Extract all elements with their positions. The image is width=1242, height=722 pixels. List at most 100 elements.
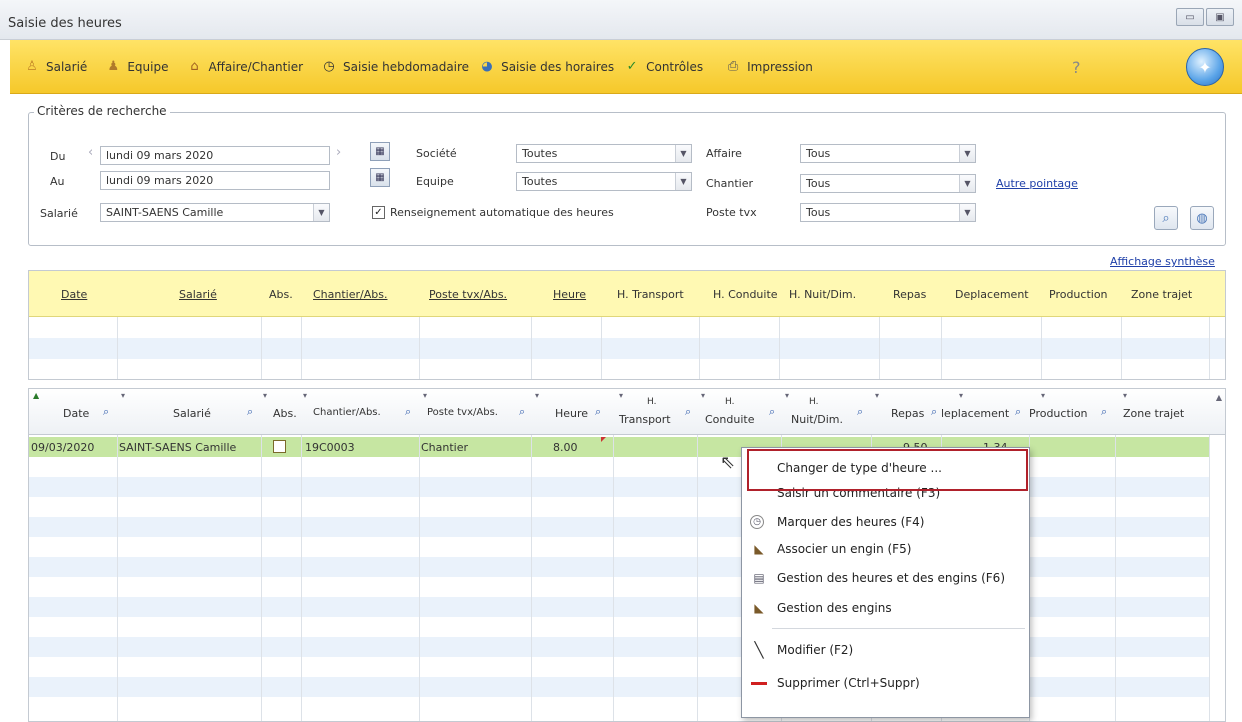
maximize-button[interactable]: ▣ bbox=[1206, 8, 1234, 26]
chevron-down-icon[interactable]: ▼ bbox=[959, 175, 975, 192]
table-row[interactable] bbox=[29, 617, 1209, 637]
minimize-button[interactable]: ▭ bbox=[1176, 8, 1204, 26]
detail-col-production[interactable]: Production bbox=[1029, 407, 1088, 420]
summary-col-transport[interactable]: H. Transport bbox=[617, 288, 684, 301]
sort-icon[interactable]: ▾ bbox=[1041, 391, 1045, 400]
equipe-combo[interactable]: Toutes ▼ bbox=[516, 172, 692, 191]
filter-icon[interactable]: ⌕ bbox=[405, 405, 411, 419]
table-row[interactable]: 09/03/2020 SAINT-SAENS Camille 19C0003 C… bbox=[29, 437, 1209, 457]
societe-combo[interactable]: Toutes ▼ bbox=[516, 144, 692, 163]
detail-col-poste[interactable]: Poste tvx/Abs. bbox=[427, 407, 498, 418]
summary-col-heure[interactable]: Heure bbox=[553, 288, 586, 301]
next-date-icon[interactable]: › bbox=[336, 145, 341, 160]
table-row[interactable] bbox=[29, 497, 1209, 517]
sort-icon[interactable]: ▾ bbox=[619, 391, 623, 400]
chevron-down-icon[interactable]: ▼ bbox=[959, 204, 975, 221]
detail-col-chantier[interactable]: Chantier/Abs. bbox=[313, 407, 381, 418]
summary-col-date[interactable]: Date bbox=[61, 288, 87, 301]
table-row[interactable] bbox=[29, 597, 1209, 617]
app-orb-icon[interactable]: ✦ bbox=[1186, 48, 1224, 86]
chevron-down-icon[interactable]: ▼ bbox=[675, 173, 691, 190]
table-row[interactable] bbox=[29, 697, 1209, 717]
filter-icon[interactable]: ⌕ bbox=[685, 405, 691, 419]
table-row[interactable] bbox=[29, 457, 1209, 477]
summary-col-deplacement[interactable]: Deplacement bbox=[955, 288, 1029, 301]
salarie-combo[interactable]: SAINT-SAENS Camille ▼ bbox=[100, 203, 330, 222]
sort-icon[interactable]: ▾ bbox=[263, 391, 267, 400]
detail-col-heure[interactable]: Heure bbox=[555, 407, 588, 420]
sort-icon[interactable]: ▾ bbox=[701, 391, 705, 400]
detail-col-date[interactable]: Date bbox=[63, 407, 89, 420]
detail-col-conduite[interactable]: Conduite bbox=[705, 413, 754, 426]
sort-icon[interactable]: ▾ bbox=[423, 391, 427, 400]
summary-col-poste[interactable]: Poste tvx/Abs. bbox=[429, 288, 507, 301]
help-icon[interactable]: ? bbox=[1072, 58, 1081, 77]
table-row[interactable] bbox=[29, 557, 1209, 577]
table-row[interactable] bbox=[29, 577, 1209, 597]
filter-icon[interactable]: ⌕ bbox=[857, 405, 863, 419]
toolbar-saisie-hebdo[interactable]: ◷ Saisie hebdomadaire bbox=[321, 59, 469, 75]
sort-asc-icon[interactable]: ▲ bbox=[33, 391, 39, 400]
summary-col-production[interactable]: Production bbox=[1049, 288, 1108, 301]
menu-modifier[interactable]: ╲ Modifier (F2) bbox=[742, 638, 1029, 662]
auto-hours-checkbox[interactable]: ✓ bbox=[372, 206, 385, 219]
summary-col-repas[interactable]: Repas bbox=[893, 288, 926, 301]
table-row[interactable] bbox=[29, 637, 1209, 657]
chantier-combo[interactable]: Tous ▼ bbox=[800, 174, 976, 193]
detail-col-zone[interactable]: Zone trajet bbox=[1123, 407, 1184, 420]
filter-icon[interactable]: ⌕ bbox=[931, 405, 937, 419]
sort-icon[interactable]: ▾ bbox=[535, 391, 539, 400]
detail-col-abs[interactable]: Abs. bbox=[273, 407, 297, 420]
filter-icon[interactable]: ⌕ bbox=[1015, 405, 1021, 419]
table-row[interactable] bbox=[29, 517, 1209, 537]
toolbar-saisie-horaires[interactable]: ◕ Saisie des horaires bbox=[479, 59, 614, 75]
prev-date-icon[interactable]: ‹ bbox=[88, 145, 93, 160]
toolbar-impression[interactable]: ⎙ Impression bbox=[725, 59, 813, 75]
chevron-down-icon[interactable]: ▼ bbox=[959, 145, 975, 162]
table-row[interactable] bbox=[29, 677, 1209, 697]
chevron-down-icon[interactable]: ▼ bbox=[313, 204, 329, 221]
toolbar-salarie[interactable]: ♙ Salarié bbox=[24, 59, 87, 75]
summary-row[interactable] bbox=[29, 317, 1225, 338]
au-calendar-button[interactable]: ▦ bbox=[370, 168, 390, 187]
table-row[interactable] bbox=[29, 477, 1209, 497]
toolbar-controles[interactable]: ✓ Contrôles bbox=[624, 59, 703, 75]
summary-row[interactable] bbox=[29, 338, 1225, 359]
sort-icon[interactable]: ▾ bbox=[785, 391, 789, 400]
table-row[interactable] bbox=[29, 657, 1209, 677]
detail-col-transport[interactable]: Transport bbox=[619, 413, 671, 426]
poste-combo[interactable]: Tous ▼ bbox=[800, 203, 976, 222]
affichage-synthese-link[interactable]: Affichage synthèse bbox=[1110, 255, 1215, 268]
filter-icon[interactable]: ⌕ bbox=[519, 405, 525, 419]
filter-icon[interactable]: ⌕ bbox=[1101, 405, 1107, 419]
sort-icon[interactable]: ▾ bbox=[121, 391, 125, 400]
menu-supprimer[interactable]: Supprimer (Ctrl+Suppr) bbox=[742, 671, 1029, 695]
summary-col-salarie[interactable]: Salarié bbox=[179, 288, 217, 301]
summary-col-abs[interactable]: Abs. bbox=[269, 288, 293, 301]
summary-col-nuit[interactable]: H. Nuit/Dim. bbox=[789, 288, 856, 301]
filter-icon[interactable]: ⌕ bbox=[769, 405, 775, 419]
summary-col-chantier[interactable]: Chantier/Abs. bbox=[313, 288, 387, 301]
menu-associer-engin[interactable]: ◣ Associer un engin (F5) bbox=[742, 537, 1029, 561]
sort-icon[interactable]: ▾ bbox=[1123, 391, 1127, 400]
scroll-up-icon[interactable]: ▲ bbox=[1211, 389, 1225, 435]
autre-pointage-link[interactable]: Autre pointage bbox=[996, 177, 1078, 190]
du-calendar-button[interactable]: ▦ bbox=[370, 142, 390, 161]
sort-icon[interactable]: ▾ bbox=[959, 391, 963, 400]
toolbar-equipe[interactable]: ♟ Equipe bbox=[105, 59, 168, 75]
filter-icon[interactable]: ⌕ bbox=[247, 405, 253, 419]
row-abs-checkbox[interactable] bbox=[273, 440, 286, 453]
filter-icon[interactable]: ⌕ bbox=[103, 405, 109, 419]
menu-marquer-heures[interactable]: ◷ Marquer des heures (F4) bbox=[742, 510, 1029, 534]
detail-col-nuit[interactable]: Nuit/Dim. bbox=[791, 413, 843, 426]
menu-gestion-heures-engins[interactable]: ▤ Gestion des heures et des engins (F6) bbox=[742, 566, 1029, 590]
table-row[interactable] bbox=[29, 537, 1209, 557]
au-date-field[interactable]: lundi 09 mars 2020 bbox=[100, 171, 330, 190]
refresh-button[interactable]: ◍ bbox=[1190, 206, 1214, 230]
affaire-combo[interactable]: Tous ▼ bbox=[800, 144, 976, 163]
toolbar-affaire[interactable]: ⌂ Affaire/Chantier bbox=[186, 59, 303, 75]
chevron-down-icon[interactable]: ▼ bbox=[675, 145, 691, 162]
menu-gestion-engins[interactable]: ◣ Gestion des engins bbox=[742, 596, 1029, 620]
detail-col-repas[interactable]: Repas bbox=[891, 407, 924, 420]
du-date-field[interactable]: lundi 09 mars 2020 bbox=[100, 146, 330, 165]
